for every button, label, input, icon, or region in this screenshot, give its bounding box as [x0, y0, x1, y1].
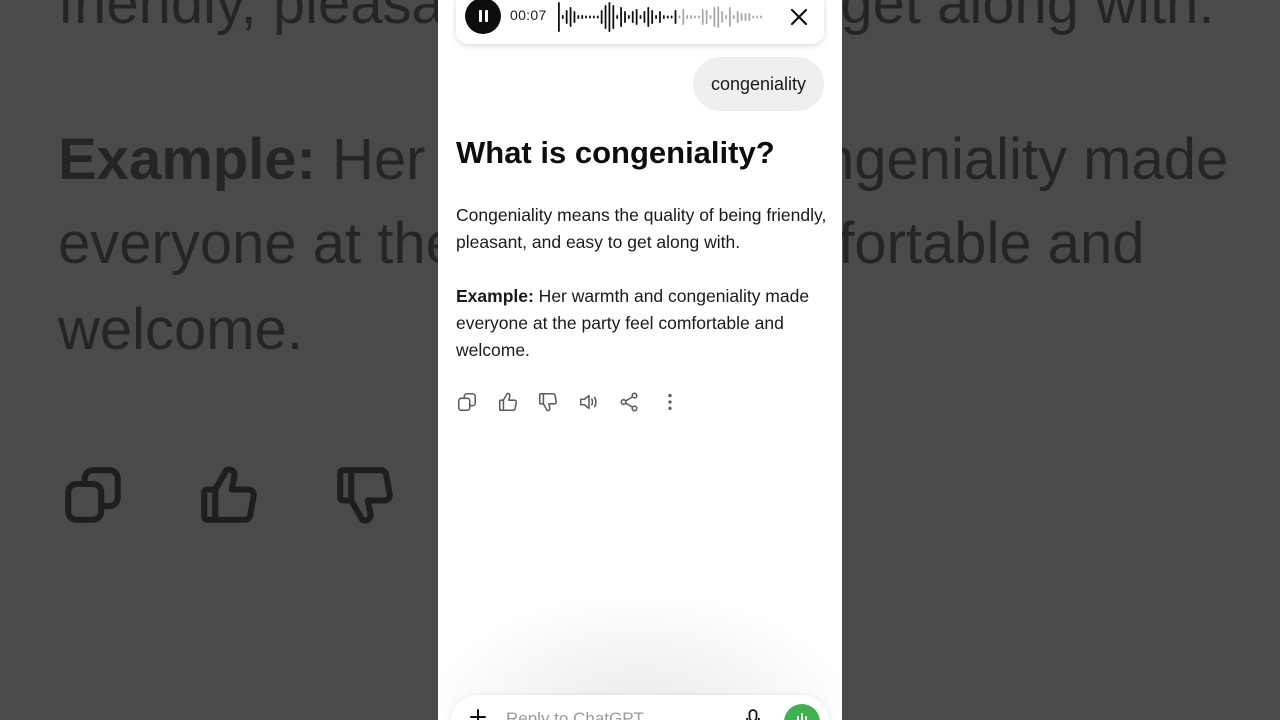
answer-body: Congeniality means the quality of being … [456, 202, 828, 391]
waveform-bar [686, 15, 689, 19]
close-icon[interactable] [788, 6, 810, 28]
waveform-bar [709, 15, 712, 19]
waveform-bar [725, 15, 727, 19]
waveform-bar [585, 15, 588, 19]
voice-wave-icon [797, 713, 807, 720]
bad-response-button[interactable] [537, 391, 559, 413]
waveform-bar [674, 10, 677, 24]
waveform-bar [666, 15, 669, 19]
waveform-bar [690, 15, 692, 19]
copy-icon [457, 392, 477, 412]
waveform-bar [608, 2, 611, 32]
reply-input[interactable] [504, 705, 728, 720]
waveform-bar [577, 15, 580, 19]
waveform-bar [581, 15, 584, 19]
waveform-bar [694, 15, 696, 19]
waveform-bar [639, 15, 642, 19]
waveform-bar [717, 6, 720, 28]
waveform-bar [596, 15, 599, 19]
background-example-label: Example: [58, 127, 316, 192]
waveform-bar [740, 13, 743, 21]
waveform-bar [678, 15, 681, 19]
example-paragraph: Example: Her warmth and congeniality mad… [456, 283, 828, 364]
waveform-bar [732, 15, 735, 19]
more-icon [667, 393, 672, 411]
waveform-bar [744, 13, 747, 21]
background-text-line: welcome. [58, 297, 303, 362]
thumbs-up-icon [201, 466, 257, 523]
waveform-bar [616, 15, 619, 19]
plus-icon[interactable] [470, 709, 486, 720]
waveform-bar [600, 10, 603, 24]
waveform-bar [721, 11, 724, 23]
background-icons [60, 462, 398, 528]
waveform-bar [662, 15, 665, 19]
copy-button[interactable] [456, 391, 478, 413]
read-aloud-icon [579, 394, 597, 410]
waveform-bar [748, 13, 751, 21]
waveform-bar [651, 10, 654, 24]
share-button[interactable] [618, 391, 640, 413]
definition-paragraph: Congeniality means the quality of being … [456, 205, 827, 252]
waveform-bar [620, 7, 622, 27]
voice-playback-bar: 00:07 [456, 0, 824, 44]
read-aloud-button[interactable] [578, 391, 600, 413]
waveform-bar [573, 11, 576, 23]
more-options-button[interactable] [659, 391, 681, 413]
share-icon [620, 392, 638, 412]
answer-heading: What is congeniality? [456, 135, 775, 170]
waveform-bar [736, 11, 739, 23]
waveform-bar [624, 11, 626, 23]
waveform-bar [604, 5, 607, 29]
pause-icon-bar [484, 10, 488, 22]
waveform-bar [752, 15, 755, 19]
message-actions [456, 391, 699, 413]
waveform-bar [561, 15, 564, 19]
copy-icon [65, 467, 121, 523]
waveform-bar [705, 10, 708, 24]
waveform-bar [612, 5, 615, 29]
waveform-bar [647, 7, 650, 27]
example-label: Example: [456, 286, 534, 306]
thumbs-up-icon [498, 392, 517, 412]
waveform-bar [713, 7, 716, 27]
audio-waveform[interactable] [558, 0, 764, 34]
waveform-bar [635, 9, 638, 25]
waveform-bar [670, 15, 673, 19]
thumbs-down-icon [337, 467, 393, 524]
waveform-bar [756, 15, 759, 19]
waveform-bar [569, 7, 572, 27]
waveform-bar [627, 15, 630, 19]
waveform-bar [589, 15, 591, 19]
waveform-bar [760, 15, 762, 19]
message-composer [450, 695, 830, 720]
waveform-bar [565, 10, 568, 24]
playback-timer: 00:07 [510, 7, 547, 23]
waveform-bar [729, 7, 731, 27]
waveform-bar [659, 11, 661, 23]
pause-icon-bar [478, 10, 482, 22]
waveform-bar [697, 15, 700, 19]
waveform-bar [558, 2, 560, 32]
user-message-bubble: congeniality [692, 57, 824, 111]
microphone-icon[interactable] [746, 709, 760, 720]
waveform-bar [682, 9, 685, 25]
waveform-bar [701, 9, 704, 25]
thumbs-down-icon [538, 392, 558, 412]
chat-screen: 00:07 congeniality What is congeniality?… [438, 0, 842, 720]
waveform-bar [592, 15, 595, 19]
waveform-bar [631, 11, 634, 23]
good-response-button[interactable] [497, 391, 519, 413]
waveform-bar [643, 11, 646, 23]
waveform-bar [655, 15, 657, 19]
voice-mode-button[interactable] [784, 704, 820, 720]
pause-button[interactable] [465, 0, 501, 34]
